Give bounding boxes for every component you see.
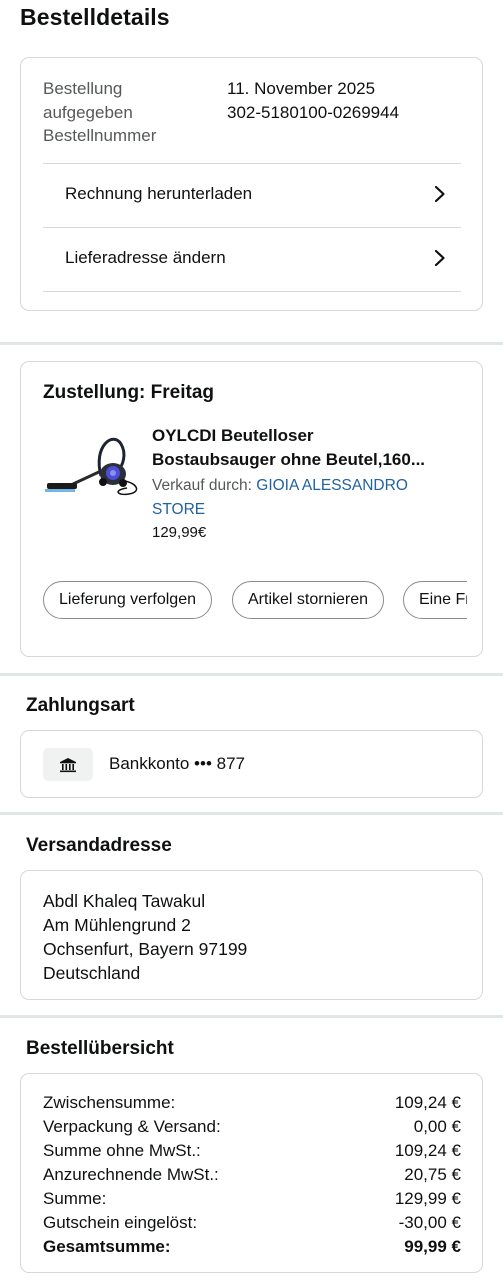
- section-divider: [0, 812, 503, 815]
- summary-row: Anzurechnende MwSt.: 20,75 €: [43, 1163, 461, 1187]
- summary-section-title: Bestellübersicht: [26, 1038, 174, 1059]
- summary-row: Zwischensumme: 109,24 €: [43, 1091, 461, 1115]
- order-values: 11. November 2025 302-5180100-0269944: [227, 77, 399, 124]
- order-date: 11. November 2025: [227, 79, 376, 98]
- page-title: Bestelldetails: [20, 4, 170, 30]
- summary-table: Zwischensumme: 109,24 € Verpackung & Ver…: [43, 1091, 461, 1259]
- change-address-label: Lieferadresse ändern: [65, 248, 226, 267]
- payment-card: Bankkonto ••• 877: [20, 730, 483, 798]
- summary-label: Summe ohne MwSt.:: [43, 1141, 201, 1160]
- summary-label: Zwischensumme:: [43, 1093, 176, 1112]
- summary-total-row: Gesamtsumme: 99,99 €: [43, 1235, 461, 1259]
- summary-label: Summe:: [43, 1189, 107, 1208]
- section-divider: [0, 673, 503, 676]
- summary-label: Anzurechnende MwSt.:: [43, 1165, 219, 1184]
- summary-label: Verpackung & Versand:: [43, 1117, 221, 1136]
- summary-value: 20,75 €: [404, 1165, 461, 1184]
- row-divider: [43, 291, 461, 292]
- address-street: Am Mühlengrund 2: [43, 915, 191, 935]
- ask-question-button[interactable]: Eine Fr: [403, 581, 467, 619]
- summary-value: -30,00 €: [398, 1213, 461, 1232]
- section-divider: [0, 342, 503, 345]
- summary-label: Gutschein eingelöst:: [43, 1213, 198, 1232]
- summary-row: Gutschein eingelöst: -30,00 €: [43, 1211, 461, 1235]
- product-name-line2: Bostaubsauger ohne Beutel,160...: [152, 450, 426, 469]
- summary-value: 129,99 €: [394, 1189, 461, 1208]
- payment-section-title: Zahlungsart: [26, 695, 135, 716]
- product-image[interactable]: [43, 426, 143, 506]
- action-buttons-row[interactable]: Lieferung verfolgen Artikel stornieren E…: [43, 581, 467, 621]
- seller-prefix: Verkauf durch:: [152, 477, 257, 494]
- summary-total-label: Gesamtsumme:: [43, 1237, 171, 1256]
- address-city: Ochsenfurt, Bayern 97199: [43, 939, 248, 959]
- summary-total-value: 99,99 €: [404, 1237, 461, 1256]
- order-label-placed-2: aufgegeben: [43, 102, 133, 122]
- download-invoice-label: Rechnung herunterladen: [65, 184, 253, 203]
- seller-link-line2[interactable]: STORE: [152, 498, 452, 522]
- bank-icon: [60, 758, 76, 773]
- product-name-line1: OYLCDI Beutelloser: [152, 426, 314, 445]
- shipping-section-title: Versandadresse: [26, 835, 172, 856]
- summary-value: 0,00 €: [413, 1117, 461, 1136]
- seller-info: Verkauf durch: GIOIA ALESSANDRO STORE: [152, 474, 452, 522]
- order-summary-card: Zwischensumme: 109,24 € Verpackung & Ver…: [20, 1073, 483, 1273]
- order-label-placed-1: Bestellung: [43, 79, 123, 98]
- address-lines: Abdl Khaleq Tawakul Am Mühlengrund 2 Och…: [43, 889, 247, 985]
- bank-icon-container: [43, 748, 93, 781]
- download-invoice-link[interactable]: Rechnung herunterladen: [43, 163, 461, 227]
- summary-row: Summe ohne MwSt.: 109,24 €: [43, 1139, 461, 1163]
- product-price: 129,99€: [152, 524, 207, 541]
- payment-method-text: Bankkonto ••• 877: [109, 754, 245, 773]
- shipping-address-card: Abdl Khaleq Tawakul Am Mühlengrund 2 Och…: [20, 870, 483, 1000]
- section-divider: [0, 1015, 503, 1018]
- address-name: Abdl Khaleq Tawakul: [43, 891, 206, 911]
- change-address-link[interactable]: Lieferadresse ändern: [43, 227, 461, 291]
- delivery-card: Zustellung: Freitag OYLCDI Beutelloser B…: [20, 361, 483, 657]
- order-labels: Bestellung aufgegeben Bestellnummer: [43, 77, 156, 148]
- summary-value: 109,24 €: [394, 1093, 461, 1112]
- summary-value: 109,24 €: [394, 1141, 461, 1160]
- product-name[interactable]: OYLCDI Beutelloser Bostaubsauger ohne Be…: [152, 424, 462, 472]
- delivery-title: Zustellung: Freitag: [43, 382, 214, 403]
- chevron-right-icon: [434, 249, 445, 267]
- order-info-card: Bestellung aufgegeben Bestellnummer 11. …: [20, 57, 483, 311]
- order-label-number: Bestellnummer: [43, 126, 157, 145]
- summary-row: Verpackung & Versand: 0,00 €: [43, 1115, 461, 1139]
- chevron-right-icon: [434, 185, 445, 203]
- order-number: 302-5180100-0269944: [227, 102, 400, 122]
- summary-row: Summe: 129,99 €: [43, 1187, 461, 1211]
- seller-link[interactable]: GIOIA ALESSANDRO: [256, 477, 408, 494]
- address-country: Deutschland: [43, 963, 141, 983]
- track-package-button[interactable]: Lieferung verfolgen: [43, 581, 212, 619]
- cancel-item-button[interactable]: Artikel stornieren: [232, 581, 385, 619]
